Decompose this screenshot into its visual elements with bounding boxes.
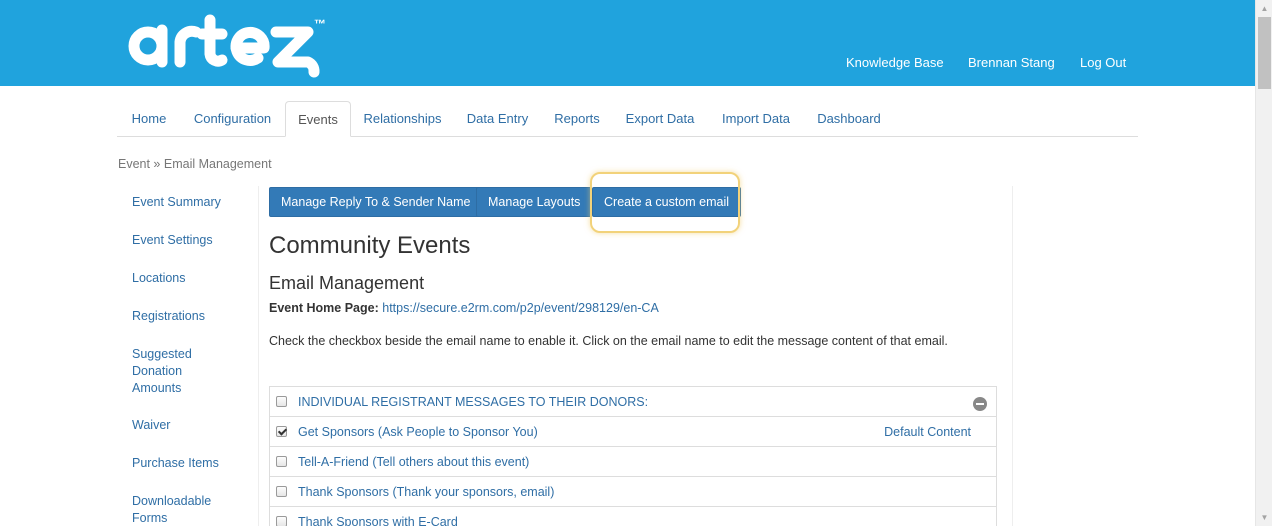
sidebar-item-downloadable-forms[interactable]: Downloadable Forms — [132, 493, 222, 526]
instructions-text: Check the checkbox beside the email name… — [269, 334, 948, 348]
table-row: Thank Sponsors (Thank your sponsors, ema… — [269, 477, 997, 507]
email-name-link[interactable]: Thank Sponsors (Thank your sponsors, ema… — [298, 485, 554, 499]
sidebar-item-locations[interactable]: Locations — [132, 270, 242, 287]
scroll-thumb[interactable] — [1258, 17, 1271, 89]
default-content-link[interactable]: Default Content — [884, 425, 971, 439]
tab-reports[interactable]: Reports — [545, 101, 609, 137]
group-checkbox[interactable] — [276, 396, 287, 407]
user-name-link[interactable]: Brennan Stang — [968, 55, 1055, 71]
email-table: INDIVIDUAL REGISTRANT MESSAGES TO THEIR … — [269, 386, 997, 526]
event-home-page-link[interactable]: https://secure.e2rm.com/p2p/event/298129… — [382, 301, 659, 315]
trademark-symbol: ™ — [314, 17, 326, 31]
page-title: Community Events — [269, 232, 471, 259]
table-row: Thank Sponsors with E-Card — [269, 507, 997, 526]
sidebar-item-suggested-donation-amounts[interactable]: Suggested Donation Amounts — [132, 346, 212, 397]
site-header: ™ Knowledge Base Brennan Stang Log Out — [0, 0, 1255, 86]
sidebar-item-registrations[interactable]: Registrations — [132, 308, 242, 325]
tab-data-entry[interactable]: Data Entry — [460, 101, 535, 137]
sidebar-item-event-settings[interactable]: Event Settings — [132, 232, 242, 249]
page-scrollbar[interactable]: ▲ ▼ — [1255, 0, 1272, 526]
event-home-page-label: Event Home Page: — [269, 301, 379, 315]
tab-events[interactable]: Events — [285, 101, 351, 137]
scroll-down-arrow-icon[interactable]: ▼ — [1256, 509, 1272, 526]
table-row: Get Sponsors (Ask People to Sponsor You)… — [269, 417, 997, 447]
section-title: Email Management — [269, 273, 425, 293]
scroll-up-arrow-icon[interactable]: ▲ — [1256, 0, 1272, 17]
group-header-label[interactable]: INDIVIDUAL REGISTRANT MESSAGES TO THEIR … — [298, 395, 648, 409]
tab-import-data[interactable]: Import Data — [714, 101, 798, 137]
tab-dashboard[interactable]: Dashboard — [810, 101, 888, 137]
create-custom-email-highlight — [590, 172, 740, 233]
tab-home[interactable]: Home — [118, 101, 180, 137]
table-row: Tell-A-Friend (Tell others about this ev… — [269, 447, 997, 477]
collapse-minus-icon[interactable] — [973, 397, 987, 411]
email-checkbox[interactable] — [276, 486, 287, 497]
email-checkbox[interactable] — [276, 426, 287, 437]
artez-logo[interactable]: ™ — [118, 12, 330, 78]
email-group-header-row: INDIVIDUAL REGISTRANT MESSAGES TO THEIR … — [269, 387, 997, 417]
sidebar-item-event-summary[interactable]: Event Summary — [132, 194, 242, 211]
email-name-link[interactable]: Thank Sponsors with E-Card — [298, 515, 458, 526]
manage-reply-sender-button[interactable]: Manage Reply To & Sender Name — [269, 187, 483, 217]
event-home-page-line: Event Home Page: https://secure.e2rm.com… — [269, 301, 659, 315]
email-checkbox[interactable] — [276, 516, 287, 526]
log-out-link[interactable]: Log Out — [1080, 55, 1126, 71]
email-checkbox[interactable] — [276, 456, 287, 467]
sidebar-item-waiver[interactable]: Waiver — [132, 417, 242, 434]
email-name-link[interactable]: Get Sponsors (Ask People to Sponsor You) — [298, 425, 538, 439]
manage-layouts-button[interactable]: Manage Layouts — [476, 187, 593, 217]
knowledge-base-link[interactable]: Knowledge Base — [846, 55, 944, 71]
tab-relationships[interactable]: Relationships — [356, 101, 449, 137]
sidebar-item-purchase-items[interactable]: Purchase Items — [132, 455, 242, 472]
breadcrumb: Event » Email Management — [118, 157, 272, 171]
content-panel-left-border — [258, 186, 259, 526]
tab-export-data[interactable]: Export Data — [620, 101, 700, 137]
email-name-link[interactable]: Tell-A-Friend (Tell others about this ev… — [298, 455, 529, 469]
tab-configuration[interactable]: Configuration — [186, 101, 279, 137]
content-panel-right-border — [1012, 186, 1013, 526]
